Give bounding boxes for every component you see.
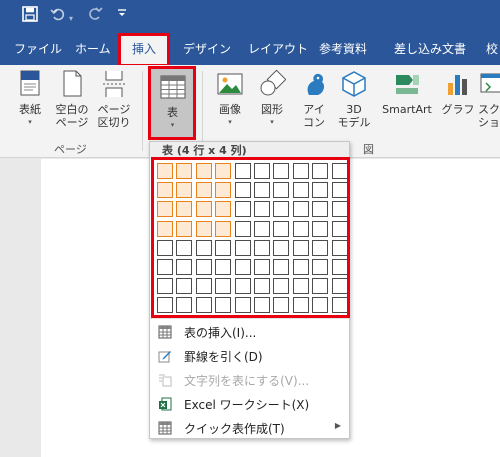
chevron-down-icon: ▾ bbox=[228, 118, 232, 126]
smartart-label: SmartArt bbox=[382, 103, 432, 116]
quick-tables-menu-item[interactable]: クイック表作成(T) ▶ bbox=[150, 415, 349, 439]
text-to-table-icon bbox=[158, 372, 172, 387]
insert-tab-highlight bbox=[118, 33, 170, 67]
quick-tables-label: クイック表作成(T) bbox=[184, 422, 285, 436]
customize-qat-icon[interactable] bbox=[117, 6, 127, 26]
3d-models-button[interactable]: 3D モデル bbox=[334, 69, 374, 129]
screenshot-icon bbox=[478, 69, 500, 99]
tab-file[interactable]: ファイル bbox=[14, 33, 62, 65]
table-icon bbox=[158, 324, 172, 339]
submenu-arrow-icon: ▶ bbox=[334, 421, 341, 430]
convert-text-to-table-label: 文字列を表にする(V)... bbox=[184, 374, 310, 388]
table-button-highlight bbox=[148, 66, 196, 140]
pictures-button[interactable]: 画像 ▾ bbox=[211, 69, 249, 129]
chart-icon bbox=[444, 69, 472, 99]
icons-label-1: アイ bbox=[303, 103, 325, 116]
3d-models-label-1: 3D bbox=[346, 103, 362, 116]
chart-label: グラフ bbox=[441, 103, 475, 116]
pencil-icon bbox=[158, 348, 172, 363]
excel-spreadsheet-menu-item[interactable]: Excel ワークシート(X) bbox=[150, 391, 349, 415]
illustrations-group-label: 図 bbox=[363, 143, 374, 156]
shapes-icon bbox=[258, 69, 287, 99]
group-separator bbox=[202, 71, 203, 151]
page-break-label-2: 区切り bbox=[97, 116, 131, 129]
page-break-icon bbox=[100, 69, 128, 99]
smartart-icon bbox=[393, 69, 421, 99]
ribbon-tabs: ファイル ホーム 挿入 デザイン レイアウト 参考資料 差し込み文書 校 bbox=[0, 33, 500, 65]
blank-page-icon bbox=[58, 69, 86, 99]
insert-table-menu-item[interactable]: 表の挿入(I)... bbox=[150, 319, 349, 343]
page-break-button[interactable]: ページ 区切り bbox=[94, 69, 134, 129]
smartart-button[interactable]: SmartArt bbox=[377, 69, 437, 116]
page-break-label-1: ページ bbox=[97, 103, 131, 116]
screenshot-button[interactable]: スク ショ bbox=[478, 69, 500, 129]
excel-icon bbox=[158, 396, 172, 411]
quick-table-icon bbox=[158, 420, 172, 435]
draw-table-menu-item[interactable]: 罫線を引く(D) bbox=[150, 343, 349, 367]
tab-design[interactable]: デザイン bbox=[183, 33, 231, 65]
undo-dropdown-icon[interactable]: ▾ bbox=[69, 9, 73, 29]
tab-home[interactable]: ホーム bbox=[75, 33, 111, 65]
cover-page-label: 表紙 bbox=[19, 103, 41, 116]
insert-table-label: 表の挿入(I)... bbox=[184, 326, 257, 340]
table-grid-highlight bbox=[151, 157, 350, 318]
tab-mailings[interactable]: 差し込み文書 bbox=[394, 33, 466, 65]
title-bar: ▾ bbox=[0, 0, 500, 33]
blank-page-button[interactable]: 空白の ページ bbox=[52, 69, 92, 129]
chevron-down-icon: ▾ bbox=[270, 118, 274, 126]
pages-group-label: ページ bbox=[54, 143, 87, 156]
screenshot-label-1: スク bbox=[478, 103, 500, 116]
3d-models-label-2: モデル bbox=[337, 116, 371, 129]
tab-layout[interactable]: レイアウト bbox=[248, 33, 308, 65]
blank-page-label-1: 空白の bbox=[55, 103, 89, 116]
shapes-button[interactable]: 図形 ▾ bbox=[253, 69, 291, 129]
draw-table-label: 罫線を引く(D) bbox=[184, 350, 263, 364]
3d-model-icon bbox=[340, 69, 368, 99]
save-icon[interactable] bbox=[22, 6, 38, 27]
group-separator bbox=[142, 71, 143, 151]
icons-label-2: コン bbox=[303, 116, 325, 129]
screenshot-label-2: ショ bbox=[478, 116, 500, 129]
picture-icon bbox=[216, 69, 244, 99]
icons-icon bbox=[300, 69, 328, 99]
document-margin bbox=[0, 159, 41, 457]
redo-icon[interactable] bbox=[87, 6, 103, 27]
chevron-down-icon: ▾ bbox=[28, 118, 32, 126]
cover-page-button[interactable]: 表紙 ▾ bbox=[12, 69, 48, 129]
cover-page-icon bbox=[16, 69, 44, 99]
pictures-label: 画像 bbox=[219, 103, 241, 116]
undo-icon[interactable] bbox=[50, 6, 66, 27]
tab-review[interactable]: 校 bbox=[486, 33, 498, 65]
excel-spreadsheet-label: Excel ワークシート(X) bbox=[184, 398, 310, 412]
shapes-label: 図形 bbox=[261, 103, 283, 116]
convert-text-to-table-menu-item: 文字列を表にする(V)... bbox=[150, 367, 349, 391]
chart-button[interactable]: グラフ bbox=[441, 69, 475, 116]
icons-button[interactable]: アイ コン bbox=[298, 69, 330, 129]
tab-references[interactable]: 参考資料 bbox=[319, 33, 367, 65]
blank-page-label-2: ページ bbox=[55, 116, 89, 129]
